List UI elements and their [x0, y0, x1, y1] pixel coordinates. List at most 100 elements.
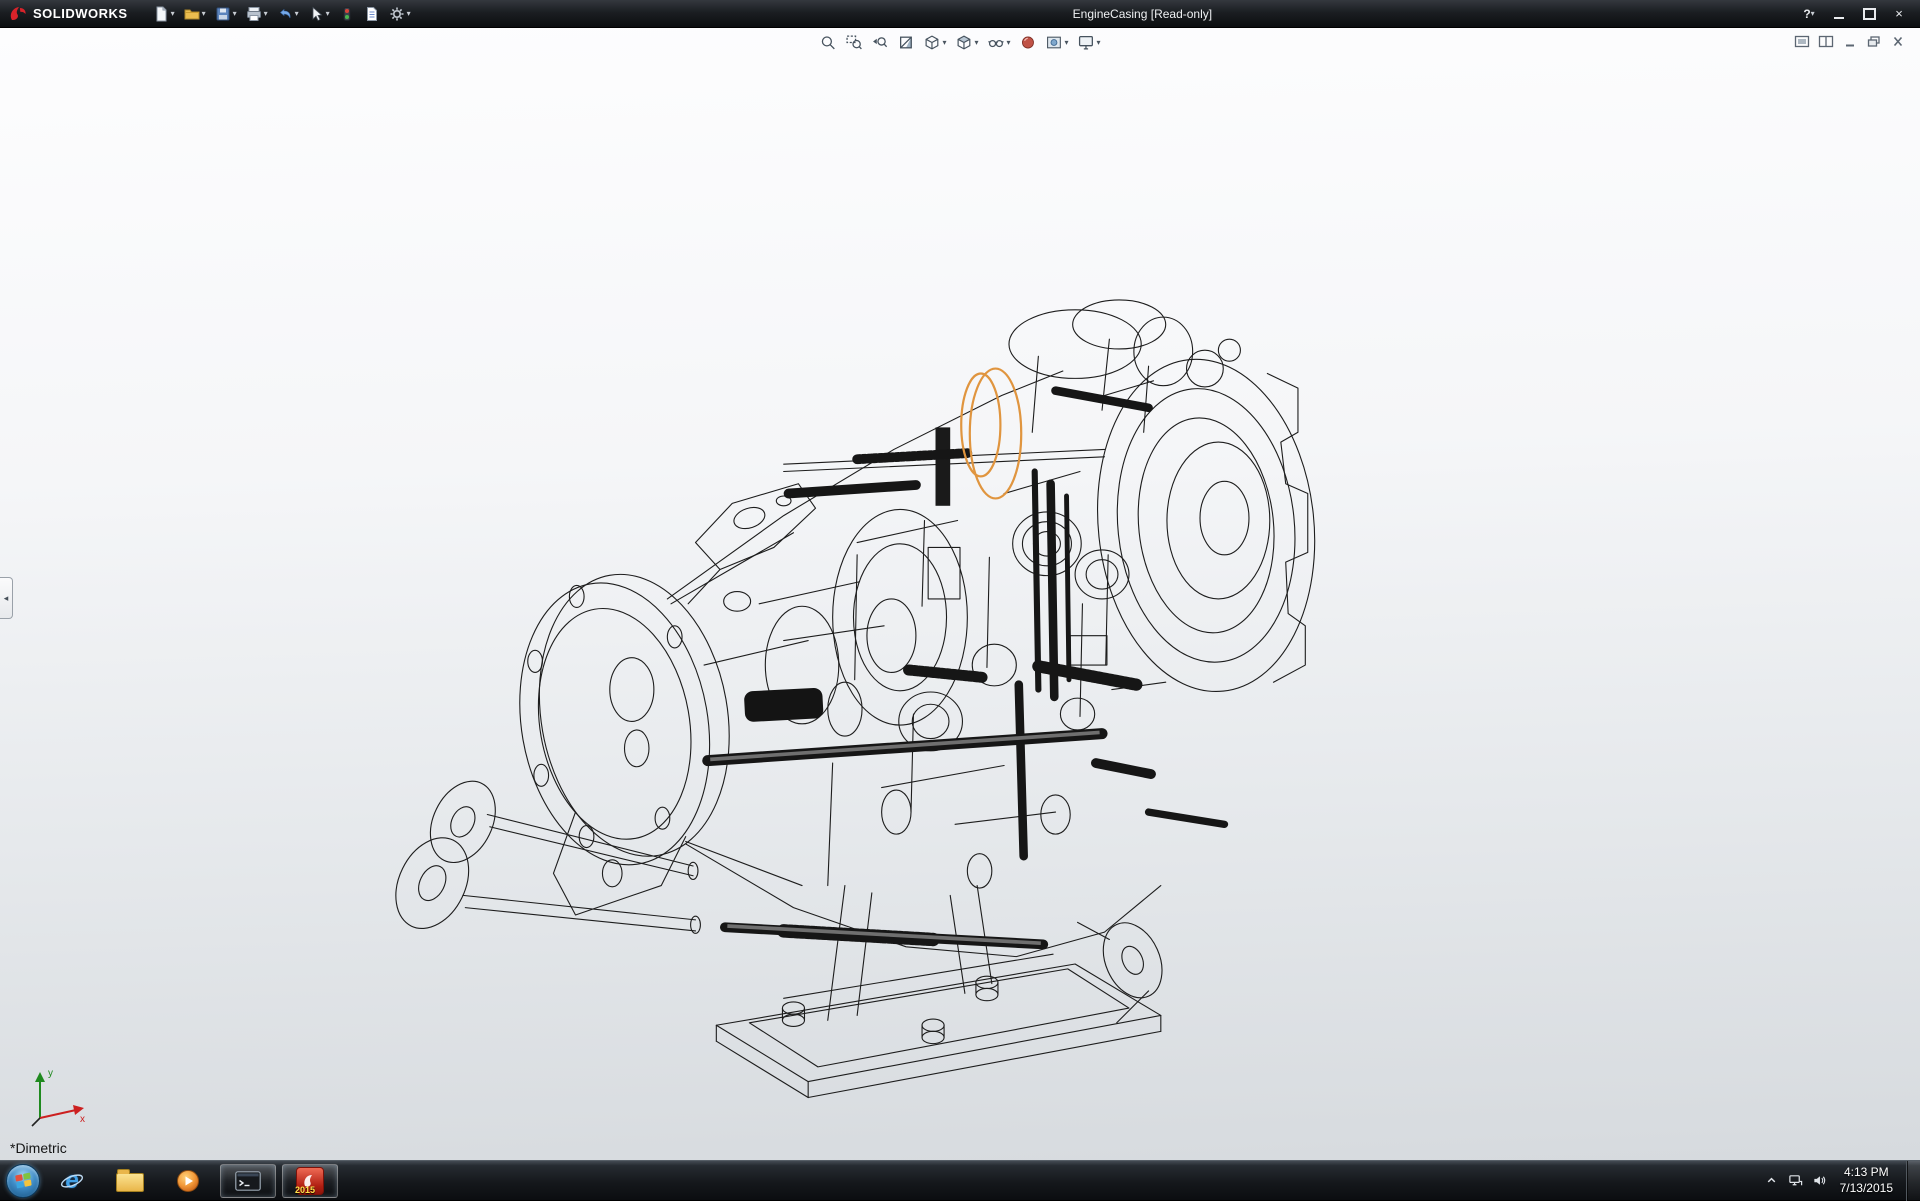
undo-button[interactable]: ▾	[274, 2, 302, 26]
solidworks-app-icon: 2015	[296, 1167, 324, 1195]
engine-casing-wireframe[interactable]	[382, 300, 1331, 1098]
close-icon: ×	[1895, 6, 1903, 21]
command-prompt-icon	[235, 1171, 261, 1191]
apply-scene-button[interactable]: ▾	[1045, 33, 1070, 52]
view-orientation-cube-icon	[923, 34, 940, 51]
solidworks-version-badge: 2015	[295, 1185, 315, 1195]
apply-scene-icon	[1046, 34, 1063, 51]
split-view-icon	[1818, 35, 1834, 48]
dropdown-arrow-icon: ▾	[1006, 39, 1010, 47]
document-minimize-button[interactable]	[1842, 35, 1858, 48]
dropdown-arrow-icon: ▾	[326, 10, 330, 18]
document-minimize-icon	[1842, 35, 1858, 48]
restore-icon	[1863, 8, 1876, 20]
previous-view-icon	[871, 34, 888, 51]
volume-icon[interactable]	[1812, 1173, 1827, 1188]
file-properties-button[interactable]	[361, 2, 383, 26]
section-view-icon	[897, 34, 914, 51]
solidworks-logo: SOLIDWORKS	[8, 5, 128, 22]
glasses-icon	[987, 34, 1004, 51]
dropdown-arrow-icon: ▾	[264, 10, 268, 18]
triad-y-label: y	[48, 1068, 53, 1079]
minimize-icon	[1834, 17, 1844, 19]
edit-appearance-button[interactable]	[1019, 33, 1038, 52]
dropdown-arrow-icon: ▾	[1811, 10, 1815, 18]
dropdown-arrow-icon: ▾	[171, 10, 175, 18]
dropdown-arrow-icon: ▾	[407, 10, 411, 18]
graphics-area[interactable]: ▾ ▾ ▾ ▾	[0, 28, 1920, 1160]
save-icon	[215, 6, 231, 22]
options-button[interactable]: ▾	[386, 2, 414, 26]
print-icon	[246, 6, 262, 22]
zoom-to-fit-button[interactable]	[818, 33, 837, 52]
display-style-button[interactable]: ▾	[954, 33, 979, 52]
close-button[interactable]: ×	[1886, 4, 1912, 23]
dropdown-arrow-icon: ▾	[202, 10, 206, 18]
dropdown-arrow-icon: ▾	[1097, 39, 1101, 47]
dropdown-arrow-icon: ▾	[1065, 39, 1069, 47]
reference-triad: y x	[24, 1060, 94, 1130]
zoom-to-fit-icon	[819, 34, 836, 51]
clock-date: 7/13/2015	[1840, 1181, 1893, 1197]
taskbar-item-file-explorer[interactable]	[104, 1162, 156, 1200]
taskbar-clock[interactable]: 4:13 PM 7/13/2015	[1840, 1165, 1893, 1196]
selected-edge-highlight[interactable]	[961, 369, 1021, 499]
document-close-button[interactable]	[1890, 35, 1906, 48]
fullscreen-button[interactable]	[1794, 35, 1810, 48]
view-settings-button[interactable]: ▾	[1077, 33, 1102, 52]
select-cursor-icon	[308, 6, 324, 22]
taskbar-item-internet-explorer[interactable]: e	[46, 1162, 98, 1200]
document-window-controls	[1794, 35, 1906, 48]
options-gear-icon	[389, 6, 405, 22]
minimize-button[interactable]	[1826, 4, 1852, 23]
windows-taskbar: e	[0, 1160, 1920, 1200]
rebuild-icon	[339, 6, 355, 22]
select-button[interactable]: ▾	[305, 2, 333, 26]
taskbar-item-command-prompt[interactable]	[220, 1164, 276, 1198]
dropdown-arrow-icon: ▾	[233, 10, 237, 18]
rebuild-button[interactable]	[336, 2, 358, 26]
taskbar-item-media-player[interactable]	[162, 1162, 214, 1200]
previous-view-button[interactable]	[870, 33, 889, 52]
document-restore-button[interactable]	[1866, 35, 1882, 48]
clock-time: 4:13 PM	[1840, 1165, 1893, 1181]
view-orientation-button[interactable]: ▾	[922, 33, 947, 52]
collapsed-panel-tab[interactable]: ◂	[0, 577, 13, 619]
help-button[interactable]: ? ▾	[1796, 4, 1822, 23]
section-view-button[interactable]	[896, 33, 915, 52]
model-canvas[interactable]	[0, 28, 1920, 1160]
taskbar-item-solidworks-2015[interactable]: 2015	[282, 1164, 338, 1198]
shafts-and-springs[interactable]	[708, 391, 1225, 945]
titlebar: SOLIDWORKS ▾ ▾ ▾	[0, 0, 1920, 28]
document-close-icon	[1890, 35, 1906, 48]
window-title: EngineCasing [Read-only]	[1073, 7, 1212, 21]
dassault-logo-icon	[8, 5, 28, 22]
folder-icon	[116, 1173, 144, 1192]
display-style-cube-icon	[955, 34, 972, 51]
show-desktop-button[interactable]	[1906, 1161, 1920, 1201]
zoom-to-area-button[interactable]	[844, 33, 863, 52]
save-button[interactable]: ▾	[212, 2, 240, 26]
hidden-icons-button[interactable]	[1764, 1173, 1779, 1188]
open-button[interactable]: ▾	[181, 2, 209, 26]
document-restore-icon	[1866, 35, 1882, 48]
restore-button[interactable]	[1856, 4, 1882, 23]
hide-show-items-button[interactable]: ▾	[986, 33, 1011, 52]
start-button[interactable]	[6, 1164, 40, 1198]
undo-icon	[277, 6, 293, 22]
system-tray: 4:13 PM 7/13/2015	[1764, 1161, 1920, 1201]
file-properties-icon	[364, 6, 380, 22]
windows-flag-icon	[15, 1172, 32, 1189]
collapse-arrow-icon: ◂	[4, 593, 9, 604]
open-folder-icon	[184, 6, 200, 22]
split-view-button[interactable]	[1818, 35, 1834, 48]
new-document-button[interactable]: ▾	[150, 2, 178, 26]
zoom-to-area-icon	[845, 34, 862, 51]
shaft-highlights	[710, 732, 1099, 943]
new-document-icon	[153, 6, 169, 22]
dropdown-arrow-icon: ▾	[942, 39, 946, 47]
menubar-toolbar: ▾ ▾ ▾ ▾ ▾	[150, 2, 414, 26]
network-status-icon[interactable]	[1788, 1173, 1803, 1188]
print-button[interactable]: ▾	[243, 2, 271, 26]
headsup-view-toolbar: ▾ ▾ ▾ ▾	[818, 33, 1101, 52]
